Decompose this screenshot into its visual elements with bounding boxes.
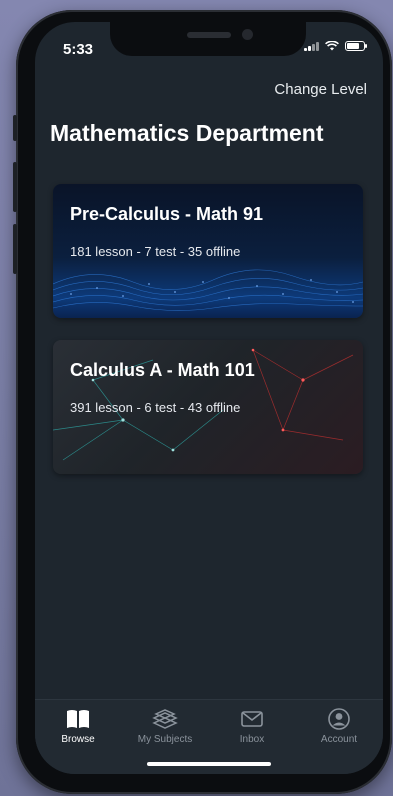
- tab-label: Account: [320, 734, 358, 745]
- course-stats: 181 lesson - 7 test - 35 offline: [70, 244, 241, 259]
- course-stats: 391 lesson - 6 test - 43 offline: [70, 400, 241, 415]
- course-card-calculus-a[interactable]: Calculus A - Math 101 391 lesson - 6 tes…: [53, 340, 363, 474]
- mute-switch: [13, 115, 17, 141]
- status-icons: [304, 41, 367, 51]
- course-title: Pre-Calculus - Math 91: [70, 204, 264, 224]
- app-screen: 5:33 Change Level Mathematics Department: [35, 22, 383, 774]
- camera-dot: [242, 29, 253, 40]
- page-title: Mathematics Department: [50, 120, 324, 146]
- battery-icon: [345, 41, 367, 51]
- notch: [110, 22, 306, 56]
- tab-my-subjects[interactable]: My Subjects: [125, 708, 205, 745]
- change-level-button[interactable]: Change Level: [274, 81, 367, 98]
- person-icon: [328, 708, 350, 730]
- signal-icon: [304, 41, 319, 51]
- tab-label: My Subjects: [137, 734, 193, 745]
- course-card-precalculus[interactable]: Pre-Calculus - Math 91 181 lesson - 7 te…: [53, 184, 363, 318]
- volume-up-button: [13, 162, 17, 212]
- stack-books-icon: [152, 709, 178, 729]
- tab-inbox[interactable]: Inbox: [212, 708, 292, 745]
- home-indicator[interactable]: [147, 762, 271, 766]
- speaker-grille: [187, 32, 231, 38]
- volume-down-button: [13, 224, 17, 274]
- tab-account[interactable]: Account: [299, 708, 379, 745]
- tab-browse[interactable]: Browse: [38, 708, 118, 745]
- envelope-icon: [241, 711, 263, 727]
- status-time: 5:33: [63, 41, 94, 58]
- wifi-icon: [325, 41, 339, 51]
- book-icon: [67, 710, 89, 728]
- tab-label: Browse: [61, 734, 95, 745]
- tab-label: Inbox: [239, 734, 265, 745]
- course-title: Calculus A - Math 101: [70, 360, 255, 380]
